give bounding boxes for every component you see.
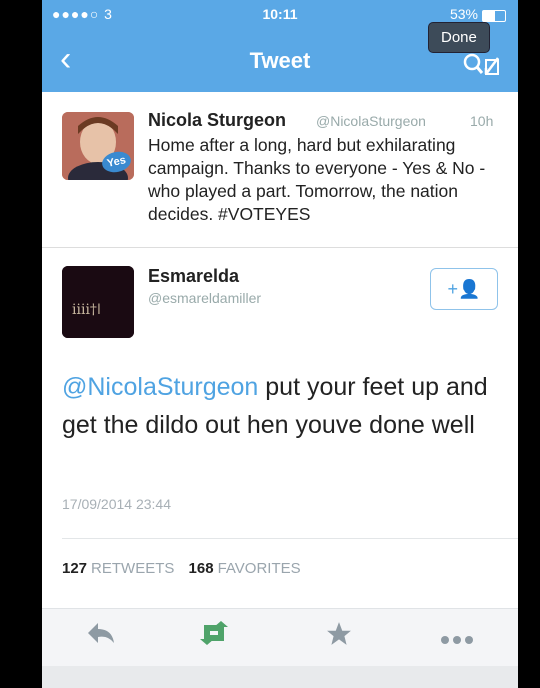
phone-screen: ●●●●○ 3 10:11 53% ‹ Tweet Done Yes Nicol… (42, 0, 518, 688)
quoted-author-name[interactable]: Nicola Sturgeon (148, 110, 286, 131)
reply-author-handle: @esmareldamiller (148, 290, 262, 306)
reply-date: 17/09/2014 23:44 (62, 496, 171, 512)
tweet-stats: 127 RETWEETS 168 FAVORITES (62, 560, 311, 577)
mention-link[interactable]: @NicolaSturgeon (62, 373, 258, 401)
status-time: 10:11 (262, 6, 298, 22)
follow-button[interactable]: +👤 (430, 268, 498, 310)
svg-text:ⅱⅱ†ǀ: ⅱⅱ†ǀ (72, 302, 101, 318)
bottom-strip (42, 666, 518, 688)
retweet-icon[interactable] (198, 621, 230, 652)
done-button[interactable]: Done (428, 22, 490, 53)
battery-icon (482, 10, 506, 22)
divider (62, 538, 518, 539)
nav-bar: ‹ Tweet Done (42, 22, 518, 83)
retweets-label: RETWEETS (91, 560, 175, 577)
top-bar: ●●●●○ 3 10:11 53% ‹ Tweet Done (42, 0, 518, 92)
reply-author-name[interactable]: Esmarelda (148, 266, 239, 287)
reply-tweet: ⅱⅱ†ǀ Esmarelda @esmareldamiller +👤 @Nico… (42, 248, 518, 608)
reply-tweet-text: @NicolaSturgeon put your feet up and get… (62, 368, 502, 444)
battery-percent: 53% (449, 6, 478, 22)
favorites-count[interactable]: 168 (189, 560, 214, 577)
quoted-tweet-text: Home after a long, hard but exhilarating… (148, 135, 486, 224)
esmarelda-avatar[interactable]: ⅱⅱ†ǀ (62, 266, 134, 338)
compose-icon[interactable] (460, 50, 500, 83)
add-user-icon: +👤 (447, 279, 481, 299)
reply-icon[interactable] (86, 621, 116, 652)
favorite-icon[interactable] (326, 621, 352, 654)
quoted-tweet[interactable]: Yes Nicola Sturgeon @NicolaSturgeon 10h … (42, 92, 518, 248)
action-bar (42, 608, 518, 667)
nicola-avatar[interactable]: Yes (62, 112, 134, 180)
favorites-label: FAVORITES (217, 560, 301, 577)
retweets-count[interactable]: 127 (62, 560, 87, 577)
quoted-author-handle: @NicolaSturgeon (316, 113, 426, 129)
quoted-timestamp: 10h (470, 113, 494, 129)
more-icon[interactable] (440, 621, 474, 652)
